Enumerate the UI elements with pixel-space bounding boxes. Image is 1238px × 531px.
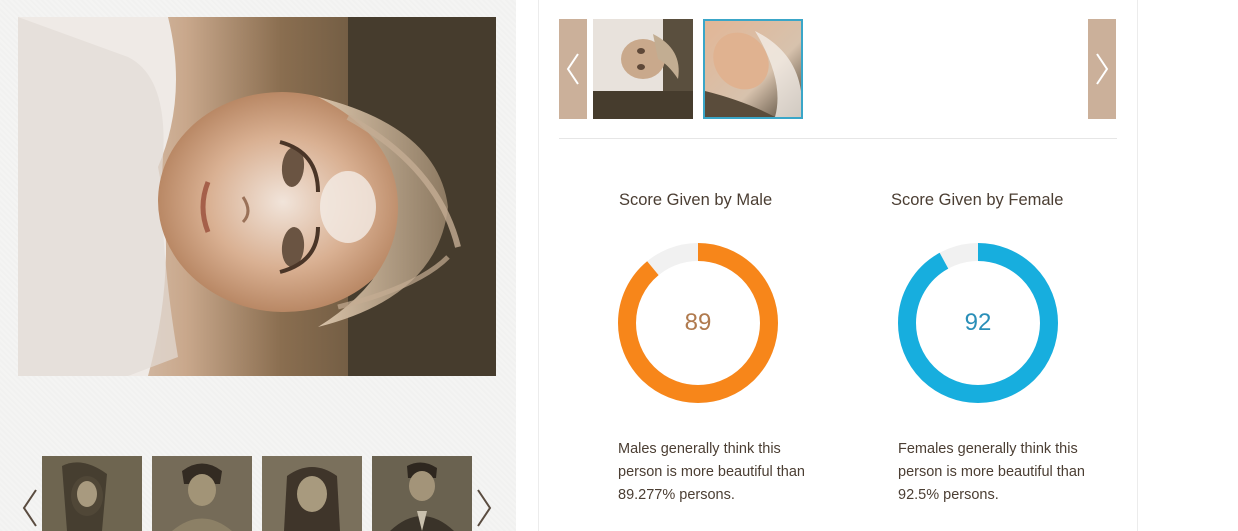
strip-thumbnail-1[interactable] [42, 456, 142, 531]
female-score-title: Score Given by Female [891, 191, 1064, 209]
carousel-next-button[interactable] [1088, 19, 1116, 119]
strip-next-button[interactable] [472, 486, 496, 530]
carousel-thumbnail-1[interactable] [593, 19, 693, 119]
male-score-description: Males generally think this person is mor… [618, 441, 805, 503]
portrait-thumbnail-icon [705, 21, 801, 117]
right-border [1137, 0, 1138, 531]
page: Score Given by Male 89 Males generally t… [0, 0, 1238, 531]
strip-thumbnail-3[interactable] [262, 456, 362, 531]
portrait-thumbnail-icon [593, 19, 693, 119]
male-score-title: Score Given by Male [619, 191, 773, 209]
female-score-value: 92 [964, 309, 992, 336]
carousel-prev-button[interactable] [559, 19, 587, 119]
photo-panel [0, 0, 516, 531]
female-score-description: Females generally think this person is m… [898, 441, 1085, 503]
column-divider [538, 0, 539, 531]
thumbnail-strip [0, 444, 516, 531]
main-photo [18, 17, 496, 376]
portrait-image [18, 17, 496, 376]
chevron-right-icon [477, 489, 492, 527]
strip-thumbnail-4[interactable] [372, 456, 472, 531]
portrait-thumbnail-icon [262, 456, 362, 531]
chevron-left-icon [22, 489, 37, 527]
portrait-thumbnail-icon [152, 456, 252, 531]
female-score-ring: 92 [897, 242, 1059, 404]
section-divider [559, 138, 1117, 139]
chevron-left-icon [566, 53, 579, 85]
portrait-thumbnail-icon [372, 456, 472, 531]
image-carousel [559, 19, 1117, 119]
portrait-thumbnail-icon [42, 456, 142, 531]
strip-thumbnail-2[interactable] [152, 456, 252, 531]
male-score-ring: 89 [617, 242, 779, 404]
chevron-right-icon [1096, 53, 1109, 85]
strip-prev-button[interactable] [18, 486, 42, 530]
male-score-value: 89 [684, 309, 712, 336]
carousel-thumbnail-2-selected[interactable] [703, 19, 803, 119]
